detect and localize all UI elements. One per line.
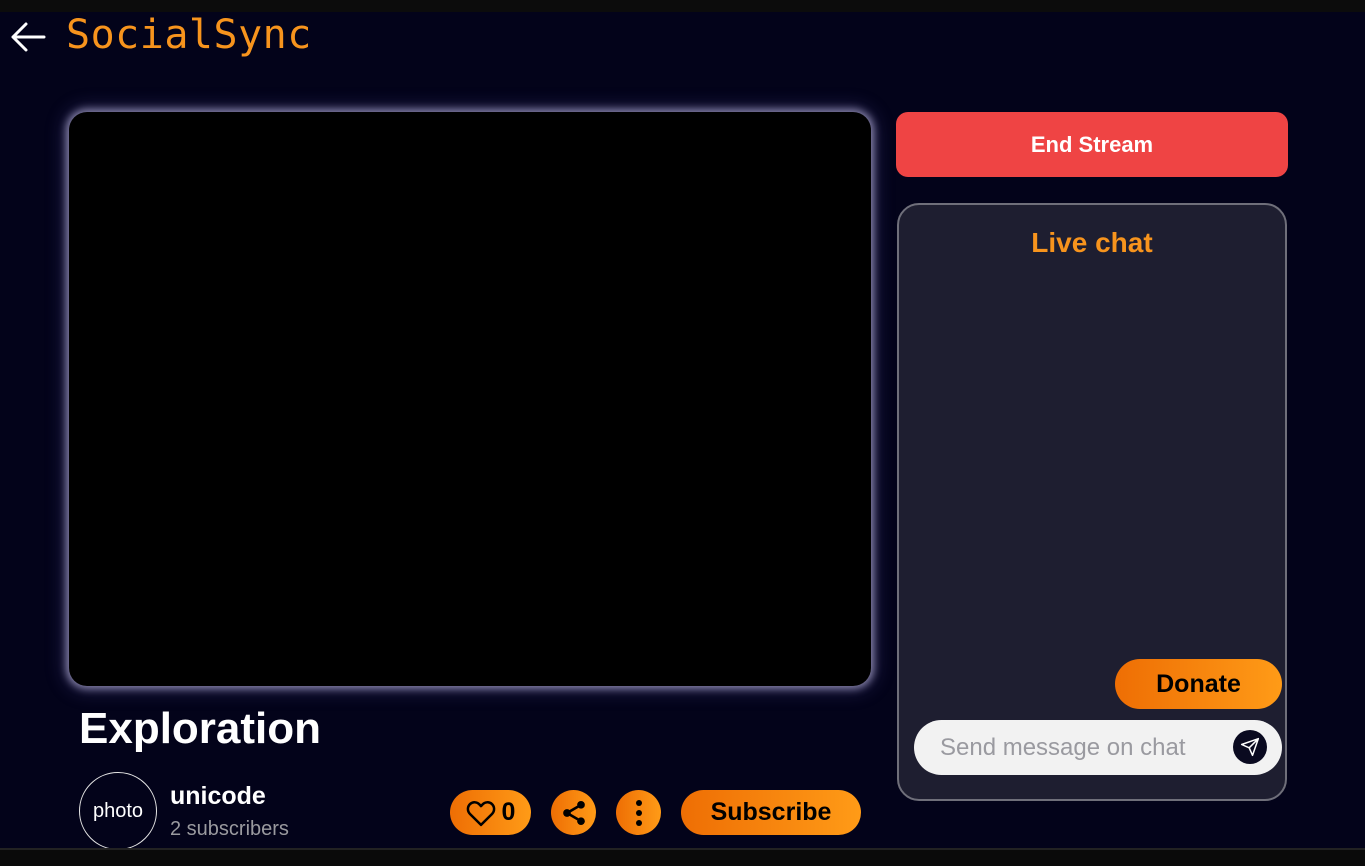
brand-logo-text[interactable]: SocialSync: [66, 12, 312, 58]
send-icon: [1240, 737, 1260, 757]
subscribe-button[interactable]: Subscribe: [681, 790, 861, 835]
channel-name[interactable]: unicode: [170, 782, 266, 811]
chat-message-input[interactable]: [938, 728, 1232, 768]
browser-top-strip: [0, 0, 1365, 12]
heart-icon: [466, 800, 495, 826]
send-message-button[interactable]: [1233, 730, 1267, 764]
live-chat-panel: Live chat Donate: [897, 203, 1287, 801]
share-button[interactable]: [551, 790, 596, 835]
arrow-left-icon: [11, 22, 46, 52]
bottom-strip: [0, 848, 1365, 866]
subscriber-count: 2 subscribers: [170, 818, 289, 840]
channel-avatar[interactable]: photo: [79, 772, 157, 850]
live-chat-title: Live chat: [1031, 227, 1153, 258]
avatar-placeholder-text: photo: [92, 799, 144, 822]
like-count: 0: [501, 798, 516, 826]
donate-button[interactable]: Donate: [1115, 659, 1282, 709]
back-button[interactable]: [8, 18, 48, 58]
more-options-button[interactable]: [616, 790, 661, 835]
video-player[interactable]: [69, 112, 871, 686]
stream-title: Exploration: [79, 704, 322, 753]
chat-input-container: [914, 720, 1282, 775]
like-button[interactable]: 0: [450, 790, 531, 835]
share-icon: [562, 800, 585, 825]
end-stream-button[interactable]: End Stream: [896, 112, 1288, 177]
more-vertical-icon: [635, 799, 642, 826]
